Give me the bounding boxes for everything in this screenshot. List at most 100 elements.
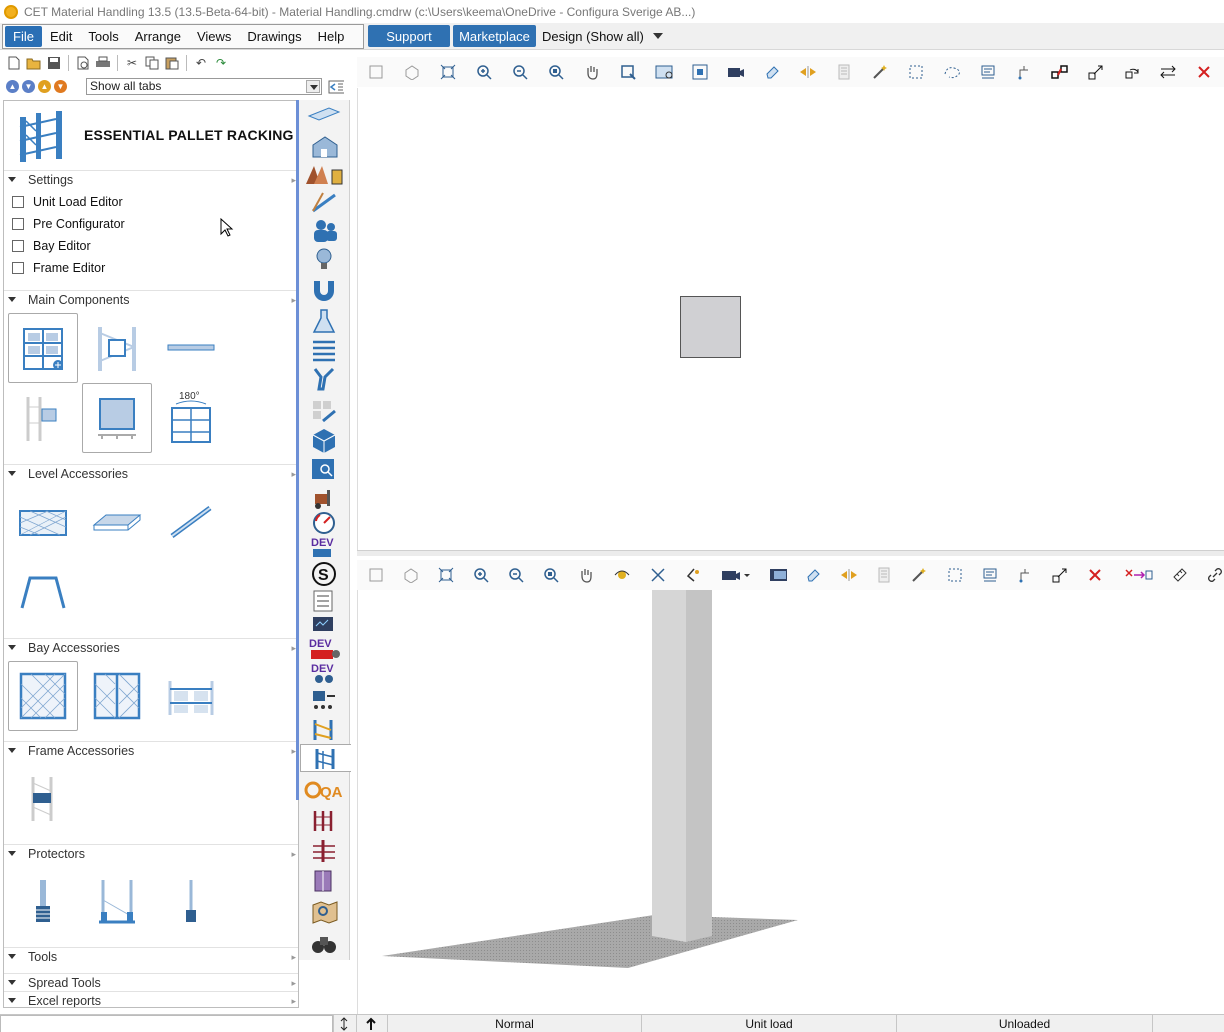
move-icon[interactable] — [1159, 63, 1177, 81]
mirror-icon[interactable] — [840, 566, 858, 584]
nav-last-icon[interactable]: ▼ — [54, 80, 67, 93]
frame-editor-link[interactable]: Frame Editor — [12, 258, 105, 278]
tab-3d-model-icon[interactable] — [304, 426, 344, 454]
tab-qa-icon[interactable]: QA — [304, 776, 344, 804]
tab-materials-icon[interactable] — [304, 161, 344, 189]
close-view-icon[interactable] — [1195, 63, 1213, 81]
layers-icon[interactable] — [876, 566, 893, 584]
tab-cantilever-icon[interactable] — [304, 837, 344, 865]
link-icon[interactable] — [1207, 566, 1224, 584]
select-rect-icon[interactable] — [946, 566, 963, 584]
viewport-splitter[interactable] — [357, 550, 1224, 556]
eraser-icon[interactable] — [763, 63, 781, 81]
zoom-window-icon[interactable] — [547, 63, 565, 81]
cut-icon[interactable]: ✂ — [124, 55, 140, 71]
frame-tile[interactable] — [82, 313, 152, 383]
tab-building-icon[interactable] — [304, 132, 344, 160]
wire-deck-tile[interactable] — [8, 487, 78, 557]
end-frame-tile[interactable] — [8, 383, 78, 453]
tab-lighting-icon[interactable] — [304, 245, 344, 273]
column-plan-shape[interactable] — [680, 296, 741, 358]
solid-deck-tile[interactable] — [82, 487, 152, 557]
zoom-out-icon[interactable] — [508, 566, 525, 584]
fit-arrows-icon[interactable] — [649, 566, 666, 584]
column-protector-tile[interactable] — [8, 866, 78, 936]
tab-lab-flask-icon[interactable] — [304, 307, 344, 335]
print-preview-icon[interactable] — [75, 55, 91, 71]
beam-tile[interactable] — [156, 313, 226, 383]
tab-binoculars-icon[interactable] — [304, 930, 344, 958]
menu-views[interactable]: Views — [189, 26, 239, 47]
film-strip-icon[interactable] — [769, 566, 787, 584]
menu-arrange[interactable]: Arrange — [127, 26, 189, 47]
top-view-icon[interactable] — [367, 63, 385, 81]
orbit-icon[interactable] — [613, 566, 631, 584]
frame-view-icon[interactable] — [691, 63, 709, 81]
scale-icon[interactable] — [1051, 566, 1068, 584]
tab-dev-circus-icon[interactable]: DEV — [304, 635, 344, 663]
3d-view-viewport[interactable] — [357, 590, 1224, 1014]
iso-view-icon[interactable] — [403, 63, 421, 81]
walk-icon[interactable] — [684, 566, 702, 584]
redo-icon[interactable]: ↷ — [213, 55, 229, 71]
pan-hand-icon[interactable] — [583, 63, 601, 81]
resize-vertical-icon[interactable] — [333, 1015, 353, 1032]
section-frame-accessories[interactable]: Frame Accessories ▸ — [4, 741, 298, 759]
select-window-icon[interactable] — [619, 63, 637, 81]
print-icon[interactable] — [95, 55, 111, 71]
tab-s-logo-icon[interactable]: S — [304, 560, 344, 588]
section-main-components[interactable]: Main Components ▸ — [4, 290, 298, 308]
tab-shelves-icon[interactable] — [304, 335, 344, 363]
rotate-icon[interactable] — [1123, 63, 1141, 81]
tab-people-icon[interactable] — [304, 216, 344, 244]
bay-editor-link[interactable]: Bay Editor — [12, 236, 91, 256]
iso-view-icon[interactable] — [402, 566, 419, 584]
unit-load-editor-link[interactable]: Unit Load Editor — [12, 192, 123, 212]
panel-layout-icon[interactable] — [328, 79, 344, 95]
frame-protector-tile[interactable] — [82, 866, 152, 936]
back-mesh-tile[interactable] — [8, 661, 78, 731]
pallet-support-tile[interactable] — [8, 557, 78, 627]
section-bay-accessories[interactable]: Bay Accessories ▸ — [4, 638, 298, 656]
section-settings[interactable]: Settings ▸ — [4, 170, 298, 188]
marketplace-button[interactable]: Marketplace — [453, 25, 536, 47]
tab-rack-red-icon[interactable] — [304, 806, 344, 834]
save-icon[interactable] — [46, 55, 62, 71]
magic-wand-icon[interactable] — [871, 63, 889, 81]
upright-protector-tile[interactable] — [156, 866, 226, 936]
screenshot-icon[interactable] — [655, 63, 673, 81]
pre-configurator-link[interactable]: Pre Configurator — [12, 214, 125, 234]
copy-icon[interactable] — [144, 55, 160, 71]
tab-rack-orange-icon[interactable] — [304, 715, 344, 743]
text-annotation-icon[interactable] — [979, 63, 997, 81]
zoom-extents-icon[interactable] — [439, 63, 457, 81]
nav-first-icon[interactable]: ▲ — [6, 80, 19, 93]
menu-help[interactable]: Help — [310, 26, 353, 47]
rack-bay-tile[interactable] — [8, 313, 78, 383]
tab-essential-pallet-racking-icon[interactable] — [300, 744, 351, 772]
menu-file[interactable]: File — [5, 26, 42, 47]
delete-icon[interactable] — [1087, 566, 1104, 584]
tab-dev-people-icon[interactable]: DEV — [304, 660, 344, 688]
menu-drawings[interactable]: Drawings — [239, 26, 309, 47]
new-file-icon[interactable] — [6, 55, 22, 71]
video-camera-icon[interactable] — [720, 566, 751, 584]
scale-icon[interactable] — [1087, 63, 1105, 81]
plan-view-viewport[interactable] — [357, 88, 1224, 550]
cross-bar-tile[interactable] — [156, 487, 226, 557]
tab-door-icon[interactable] — [304, 867, 344, 895]
tab-dev-icon[interactable]: DEV — [304, 534, 344, 562]
tab-conveyor-icon[interactable] — [304, 686, 344, 714]
tab-floor-icon[interactable] — [304, 102, 344, 130]
tab-wrench-grid-icon[interactable] — [304, 396, 344, 424]
dimension-icon[interactable] — [1015, 63, 1033, 81]
support-button[interactable]: Support — [368, 25, 450, 47]
dimension-icon[interactable] — [1016, 566, 1033, 584]
cut-move-icon[interactable] — [1122, 566, 1154, 584]
design-dropdown[interactable]: Design (Show all) — [542, 26, 663, 46]
paste-icon[interactable] — [164, 55, 180, 71]
bay-guard-tile[interactable] — [156, 661, 226, 731]
frame-spacer-tile[interactable] — [8, 763, 78, 833]
pan-hand-icon[interactable] — [578, 566, 595, 584]
lasso-icon[interactable] — [943, 63, 961, 81]
